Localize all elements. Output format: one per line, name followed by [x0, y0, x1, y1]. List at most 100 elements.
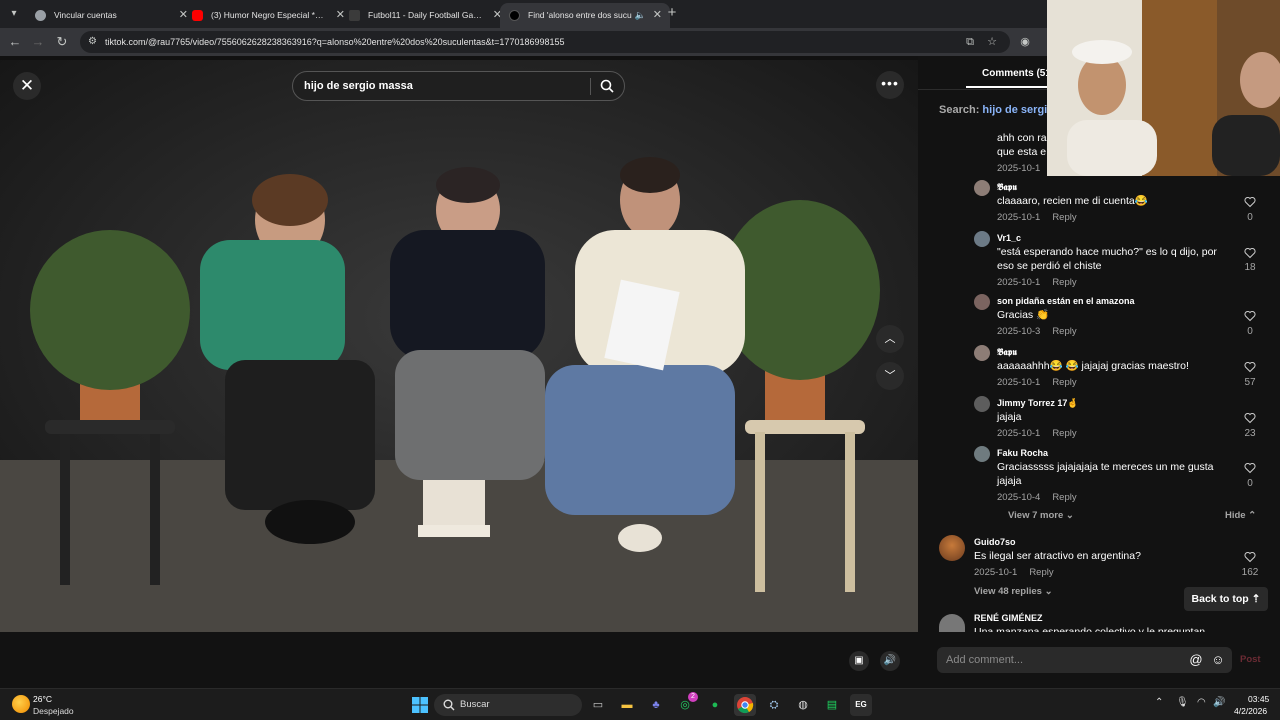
- comment-username[interactable]: Faku Rocha: [997, 448, 1048, 458]
- webcam-overlay: [1047, 0, 1280, 176]
- heart-icon[interactable]: [1244, 310, 1256, 322]
- site-info-icon[interactable]: ⚙: [88, 36, 100, 48]
- weather-temperature[interactable]: 26°C: [33, 694, 52, 704]
- new-tab-button[interactable]: +: [663, 4, 681, 22]
- tab-close-icon[interactable]: ✕: [653, 3, 662, 28]
- reply-button[interactable]: Reply: [1052, 277, 1076, 288]
- task-view-icon[interactable]: ▭: [587, 694, 609, 716]
- taskbar-search[interactable]: Buscar: [434, 694, 582, 716]
- comment-username[interactable]: Guido7so: [974, 537, 1016, 547]
- like-count: 0: [1247, 326, 1253, 337]
- browser-tab-active[interactable]: Find 'alonso entre dos sucu 🔈 ✕: [500, 3, 670, 28]
- tray-chevron-up-icon[interactable]: ⌃: [1155, 697, 1163, 708]
- volume-icon[interactable]: 🔊: [880, 651, 900, 671]
- avatar[interactable]: [974, 180, 990, 196]
- view-more-replies-button[interactable]: View 7 more ⌄: [1008, 510, 1074, 521]
- avatar[interactable]: [974, 446, 990, 462]
- reply-button[interactable]: Reply: [1052, 492, 1076, 503]
- comment-username[interactable]: Jimmy Torrez 17🤞: [997, 398, 1079, 409]
- avatar[interactable]: [939, 535, 965, 561]
- tab-search-icon[interactable]: ▾: [4, 4, 24, 24]
- reply-button[interactable]: Reply: [1052, 326, 1076, 337]
- weather-description[interactable]: Despejado: [33, 706, 74, 716]
- comment-meta: 2025-10-1 Reply: [997, 377, 1077, 388]
- tab-title: Vincular cuentas: [54, 10, 117, 20]
- futbol11-favicon-icon: [349, 10, 360, 21]
- back-to-top-button[interactable]: Back to top ⇡: [1184, 587, 1268, 611]
- reply-button[interactable]: Reply: [1052, 377, 1076, 388]
- search-input[interactable]: hijo de sergio massa: [304, 72, 413, 101]
- video-search-bar[interactable]: hijo de sergio massa: [292, 71, 625, 101]
- epic-games-icon[interactable]: EG: [850, 694, 872, 716]
- comment-username[interactable]: 𝕭𝖆𝖕𝖚: [997, 347, 1017, 358]
- speaker-icon[interactable]: 🔈: [635, 3, 646, 28]
- reload-icon[interactable]: ↻: [52, 32, 72, 52]
- mention-at-icon[interactable]: @: [1188, 652, 1204, 668]
- windows-start-icon[interactable]: [409, 694, 431, 716]
- spotify-icon[interactable]: ●: [704, 694, 726, 716]
- forward-arrow-icon[interactable]: →: [28, 32, 48, 52]
- tab-title: (3) Humor Negro Especial *Lo N: [211, 10, 333, 20]
- browser-tab[interactable]: Futbol11 - Daily Football Game ✕: [340, 3, 510, 28]
- wifi-icon[interactable]: ◠: [1197, 697, 1206, 708]
- heart-icon[interactable]: [1244, 196, 1256, 208]
- clock-date[interactable]: 4/2/2026: [1234, 706, 1267, 716]
- github-icon[interactable]: ◍: [792, 694, 814, 716]
- back-arrow-icon[interactable]: ←: [5, 32, 25, 52]
- avatar[interactable]: [974, 294, 990, 310]
- comment-username[interactable]: Vr1_c: [997, 233, 1021, 243]
- browser-tab[interactable]: (3) Humor Negro Especial *Lo N ✕: [183, 3, 353, 28]
- install-app-icon[interactable]: ⧉: [962, 34, 978, 50]
- picture-in-picture-icon[interactable]: ▣: [849, 651, 869, 671]
- search-icon[interactable]: [600, 79, 614, 93]
- previous-video-chevron-up-icon[interactable]: ︿: [876, 325, 904, 353]
- comment-date: 2025-10-1: [997, 212, 1041, 223]
- weather-sun-icon[interactable]: [12, 695, 30, 713]
- address-bar[interactable]: ⚙ tiktok.com/@rau7765/video/755606262823…: [80, 31, 1010, 53]
- browser-tab[interactable]: Vincular cuentas ✕: [26, 3, 196, 28]
- steam-icon[interactable]: ⛭: [763, 694, 785, 716]
- like-count: 0: [1247, 212, 1253, 223]
- extension-icon[interactable]: ◉: [1017, 34, 1033, 50]
- heart-icon[interactable]: [1244, 412, 1256, 424]
- microphone-icon[interactable]: 🎙: [1176, 697, 1189, 708]
- view-replies-label: View 48 replies: [974, 586, 1042, 597]
- search-divider: [590, 78, 591, 95]
- notification-badge: 2: [688, 692, 698, 702]
- heart-icon[interactable]: [1244, 247, 1256, 259]
- avatar[interactable]: [974, 345, 990, 361]
- app-icon[interactable]: ▤: [821, 694, 843, 716]
- avatar[interactable]: [974, 396, 990, 412]
- file-explorer-icon[interactable]: ▬: [616, 694, 638, 716]
- clock-time[interactable]: 03:45: [1248, 694, 1269, 704]
- heart-icon[interactable]: [1244, 551, 1256, 563]
- next-video-chevron-down-icon[interactable]: ﹀: [876, 362, 904, 390]
- more-options-icon[interactable]: •••: [876, 71, 904, 99]
- avatar[interactable]: [974, 231, 990, 247]
- teams-icon[interactable]: ♣: [645, 694, 667, 716]
- hide-replies-button[interactable]: Hide ⌃: [1225, 510, 1256, 521]
- search-label: Buscar: [460, 699, 490, 710]
- reply-button[interactable]: Reply: [1029, 567, 1053, 578]
- add-comment-input[interactable]: Add comment... @ ☺: [937, 647, 1232, 673]
- reply-button[interactable]: Reply: [1052, 212, 1076, 223]
- chevron-down-icon: ⌄: [1065, 510, 1074, 521]
- search-query-link[interactable]: hijo de sergio: [982, 104, 1054, 116]
- emoji-icon[interactable]: ☺: [1210, 652, 1226, 668]
- heart-icon[interactable]: [1244, 462, 1256, 474]
- search-icon: [443, 699, 455, 711]
- comment-username[interactable]: 𝕭𝖆𝖕𝖚: [997, 182, 1017, 193]
- comment-username[interactable]: son pidaña están en el amazona: [997, 296, 1135, 306]
- heart-icon[interactable]: [1244, 361, 1256, 373]
- comment-text: claaaaro, recien me di cuenta😂: [997, 195, 1148, 207]
- view-replies-button[interactable]: View 48 replies ⌄: [974, 586, 1053, 597]
- tab-comments[interactable]: Comments (51: [982, 68, 1051, 79]
- chrome-icon[interactable]: [734, 694, 756, 716]
- reply-button[interactable]: Reply: [1052, 428, 1076, 439]
- volume-icon[interactable]: 🔊: [1213, 697, 1225, 708]
- post-button[interactable]: Post: [1240, 654, 1261, 665]
- comment-date: 2025-10-1: [997, 163, 1041, 174]
- close-video-button[interactable]: ✕: [13, 72, 41, 100]
- comment-username[interactable]: RENÉ GIMÉNEZ: [974, 613, 1043, 623]
- bookmark-star-icon[interactable]: ☆: [984, 34, 1000, 50]
